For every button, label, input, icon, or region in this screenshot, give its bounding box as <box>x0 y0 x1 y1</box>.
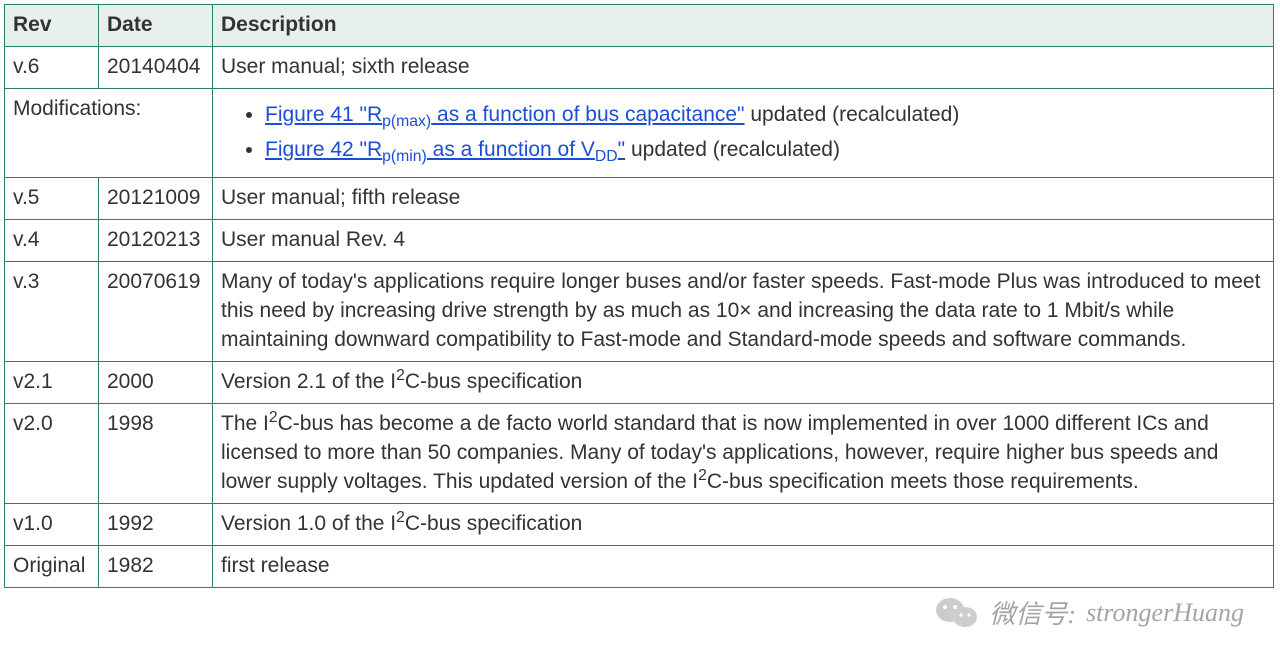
watermark-label: 微信号: <box>989 594 1076 631</box>
cell-rev: v2.0 <box>5 403 99 503</box>
wechat-icon <box>935 595 979 631</box>
cell-rev: v.3 <box>5 261 99 361</box>
list-item: Figure 41 "Rp(max) as a function of bus … <box>265 101 1265 130</box>
table-row: v1.0 1992 Version 1.0 of the I2C-bus spe… <box>5 503 1274 545</box>
mod-suffix: updated (recalculated) <box>625 138 840 161</box>
cell-desc: Version 2.1 of the I2C-bus specification <box>213 361 1274 403</box>
table-row: v.5 20121009 User manual; fifth release <box>5 177 1274 219</box>
table-row: v.4 20120213 User manual Rev. 4 <box>5 219 1274 261</box>
col-header-desc: Description <box>213 5 1274 47</box>
cell-desc: Version 1.0 of the I2C-bus specification <box>213 503 1274 545</box>
cell-desc: User manual; fifth release <box>213 177 1274 219</box>
cell-date: 2000 <box>99 361 213 403</box>
cell-date: 1998 <box>99 403 213 503</box>
col-header-rev: Rev <box>5 5 99 47</box>
cell-rev: v.5 <box>5 177 99 219</box>
cell-desc: User manual; sixth release <box>213 46 1274 88</box>
cell-rev: v1.0 <box>5 503 99 545</box>
table-row: v.6 20140404 User manual; sixth release <box>5 46 1274 88</box>
cell-date: 1992 <box>99 503 213 545</box>
cell-mod-list: Figure 41 "Rp(max) as a function of bus … <box>213 88 1274 177</box>
watermark-handle: strongerHuang <box>1086 598 1244 628</box>
list-item: Figure 42 "Rp(min) as a function of VDD"… <box>265 136 1265 165</box>
watermark: 微信号: strongerHuang <box>935 594 1244 631</box>
mod-suffix: updated (recalculated) <box>745 103 960 126</box>
revision-history-table: Rev Date Description v.6 20140404 User m… <box>4 4 1274 588</box>
table-row-modifications: Modifications: Figure 41 "Rp(max) as a f… <box>5 88 1274 177</box>
table-row: v2.1 2000 Version 2.1 of the I2C-bus spe… <box>5 361 1274 403</box>
cell-date: 20120213 <box>99 219 213 261</box>
cell-rev: v2.1 <box>5 361 99 403</box>
cell-date: 20140404 <box>99 46 213 88</box>
figure-link-42[interactable]: Figure 42 "Rp(min) as a function of VDD" <box>265 138 625 161</box>
table-row: v2.0 1998 The I2C-bus has become a de fa… <box>5 403 1274 503</box>
cell-mod-label: Modifications: <box>5 88 213 177</box>
cell-desc: first release <box>213 545 1274 587</box>
cell-desc: The I2C-bus has become a de facto world … <box>213 403 1274 503</box>
table-row: Original 1982 first release <box>5 545 1274 587</box>
cell-desc: Many of today's applications require lon… <box>213 261 1274 361</box>
cell-date: 20121009 <box>99 177 213 219</box>
cell-date: 20070619 <box>99 261 213 361</box>
modifications-list: Figure 41 "Rp(max) as a function of bus … <box>221 101 1265 165</box>
cell-rev: Original <box>5 545 99 587</box>
cell-rev: v.4 <box>5 219 99 261</box>
figure-link-41[interactable]: Figure 41 "Rp(max) as a function of bus … <box>265 103 745 126</box>
cell-date: 1982 <box>99 545 213 587</box>
cell-desc: User manual Rev. 4 <box>213 219 1274 261</box>
cell-rev: v.6 <box>5 46 99 88</box>
col-header-date: Date <box>99 5 213 47</box>
table-row: v.3 20070619 Many of today's application… <box>5 261 1274 361</box>
